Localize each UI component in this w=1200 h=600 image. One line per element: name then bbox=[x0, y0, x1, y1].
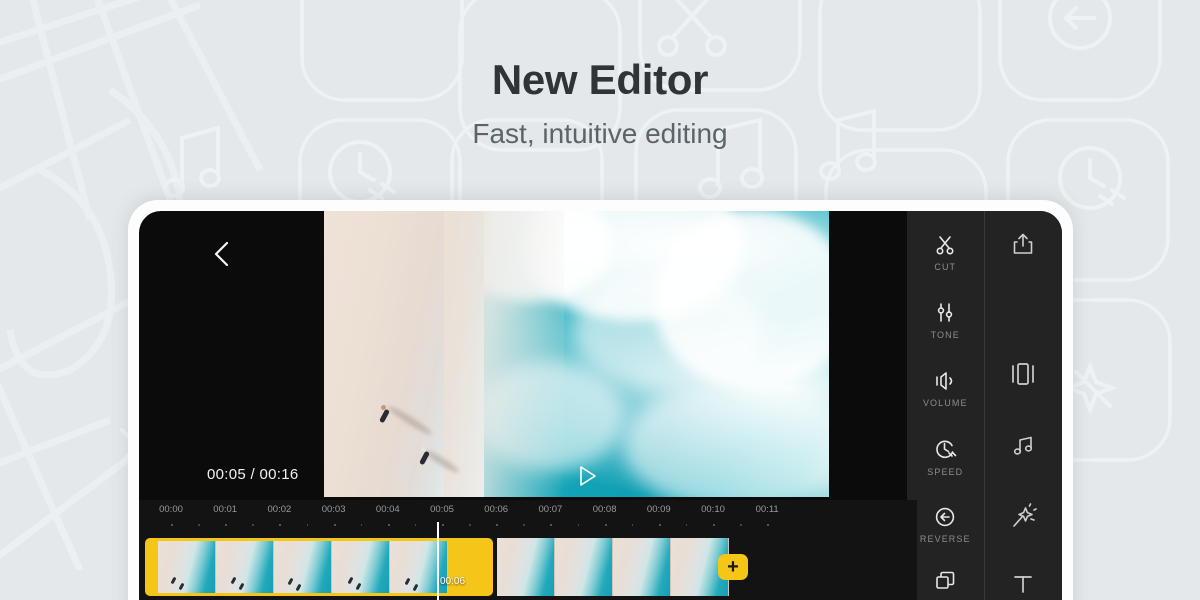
tool-column-primary: CUT TONE VOLUME SPEED REVERSE bbox=[907, 211, 985, 600]
timeline-track[interactable]: 00:06 + bbox=[139, 538, 917, 600]
ruler-tick-minor bbox=[360, 524, 363, 526]
add-clip-label: + bbox=[727, 556, 739, 578]
ruler-tick-minor bbox=[577, 524, 579, 526]
ruler-tick-major bbox=[333, 524, 336, 526]
add-clip-button[interactable]: + bbox=[718, 554, 748, 580]
ruler-tick-major bbox=[604, 524, 607, 526]
ruler-tick-major bbox=[225, 524, 228, 526]
ruler-tick-minor bbox=[469, 524, 471, 526]
ruler-tick-major bbox=[442, 524, 444, 526]
play-icon[interactable] bbox=[574, 463, 600, 489]
ruler-tick-label: 00:01 bbox=[213, 504, 238, 515]
magic-wand-icon bbox=[1013, 503, 1038, 527]
ruler-tick-label: 00:07 bbox=[538, 504, 563, 515]
ruler-tick-minor bbox=[198, 524, 200, 526]
text-icon bbox=[1014, 576, 1033, 593]
device-frame: 00:05 / 00:16 CUT TONE VOLUME SPEED REVE… bbox=[128, 200, 1073, 600]
tool-label: CUT bbox=[934, 262, 957, 272]
timeline-clip-selected[interactable]: 00:06 bbox=[145, 538, 493, 596]
tool-panel: CUT TONE VOLUME SPEED REVERSE bbox=[907, 211, 1062, 600]
timeline-ruler[interactable]: 00:00 00:01 00:02 00:03 00:04 00:05 00:06 00:07… bbox=[139, 500, 917, 536]
tool-speed[interactable]: SPEED bbox=[907, 437, 984, 477]
clip-thumbnails bbox=[158, 541, 480, 593]
page-title: New Editor bbox=[491, 56, 709, 103]
chevron-left-icon bbox=[214, 241, 229, 267]
clip-thumbnails bbox=[497, 538, 741, 596]
ruler-tick-label: 00:02 bbox=[267, 504, 292, 515]
hero-section: New Editor Fast, intuitive editing bbox=[0, 56, 1200, 150]
tool-share[interactable] bbox=[985, 231, 1063, 257]
ruler-tick-label: 00:08 bbox=[592, 504, 617, 515]
ruler-tick-major bbox=[171, 524, 173, 526]
ruler-tick-label: 00:05 bbox=[430, 504, 454, 515]
duplicate-icon bbox=[936, 571, 955, 589]
ruler-tick-label: 00:09 bbox=[646, 504, 671, 515]
tool-music[interactable] bbox=[985, 433, 1063, 459]
transition-icon bbox=[1012, 363, 1035, 385]
page-subtitle: Fast, intuitive editing bbox=[472, 118, 728, 149]
tool-reverse[interactable]: REVERSE bbox=[907, 505, 984, 544]
speed-clock-icon bbox=[935, 440, 957, 459]
reverse-arrow-icon bbox=[936, 507, 955, 527]
ruler-tick-label: 00:11 bbox=[755, 504, 779, 515]
ruler-tick-major bbox=[496, 524, 499, 526]
tool-volume[interactable]: VOLUME bbox=[907, 369, 984, 408]
volume-icon bbox=[936, 372, 953, 390]
ruler-tick-major bbox=[767, 524, 770, 526]
ruler-tick-label: 00:04 bbox=[375, 504, 400, 515]
tool-cut[interactable]: CUT bbox=[907, 233, 984, 272]
playhead[interactable] bbox=[437, 522, 439, 600]
ruler-tick-minor bbox=[631, 524, 634, 526]
tool-column-secondary bbox=[985, 211, 1063, 600]
tool-label: TONE bbox=[930, 330, 960, 340]
scissors-icon bbox=[936, 236, 954, 255]
ruler-tick-major bbox=[279, 524, 282, 526]
ruler-tick-minor bbox=[306, 524, 308, 526]
tool-duplicate[interactable] bbox=[907, 569, 984, 598]
ruler-tick-minor bbox=[414, 524, 417, 526]
tool-magic[interactable] bbox=[985, 503, 1063, 531]
time-readout: 00:05 / 00:16 bbox=[207, 466, 299, 483]
ruler-tick-label: 00:00 bbox=[159, 504, 183, 515]
music-note-icon bbox=[1014, 436, 1033, 455]
ruler-tick-major bbox=[550, 524, 553, 526]
back-button[interactable] bbox=[207, 237, 237, 271]
ruler-tick-major bbox=[387, 524, 390, 526]
tool-label: REVERSE bbox=[919, 534, 971, 544]
tool-label: SPEED bbox=[927, 467, 964, 477]
shore-gradient bbox=[444, 211, 564, 497]
ruler-tick-label: 00:03 bbox=[321, 504, 346, 515]
app-screen: 00:05 / 00:16 CUT TONE VOLUME SPEED REVE… bbox=[139, 211, 1062, 600]
sliders-icon bbox=[938, 303, 953, 322]
ruler-tick-major bbox=[713, 524, 715, 526]
tool-transition[interactable] bbox=[985, 361, 1063, 387]
ruler-tick-label: 00:06 bbox=[484, 504, 509, 515]
video-preview[interactable] bbox=[324, 211, 829, 497]
ruler-tick-minor bbox=[740, 524, 742, 526]
ruler-tick-major bbox=[658, 524, 661, 526]
ruler-tick-minor bbox=[685, 524, 688, 526]
clip-duration-badge: 00:06 bbox=[440, 576, 466, 587]
ruler-tick-minor bbox=[523, 524, 525, 526]
timeline-clip-next[interactable] bbox=[497, 538, 741, 596]
ruler-tick-minor bbox=[252, 524, 254, 526]
share-icon bbox=[1013, 233, 1033, 254]
tool-label: VOLUME bbox=[922, 398, 968, 408]
ruler-tick-label: 00:10 bbox=[701, 504, 725, 515]
tool-text[interactable] bbox=[985, 571, 1063, 597]
tool-tone[interactable]: TONE bbox=[907, 301, 984, 340]
timeline[interactable]: 00:00 00:01 00:02 00:03 00:04 00:05 00:06 00:07… bbox=[139, 500, 917, 600]
